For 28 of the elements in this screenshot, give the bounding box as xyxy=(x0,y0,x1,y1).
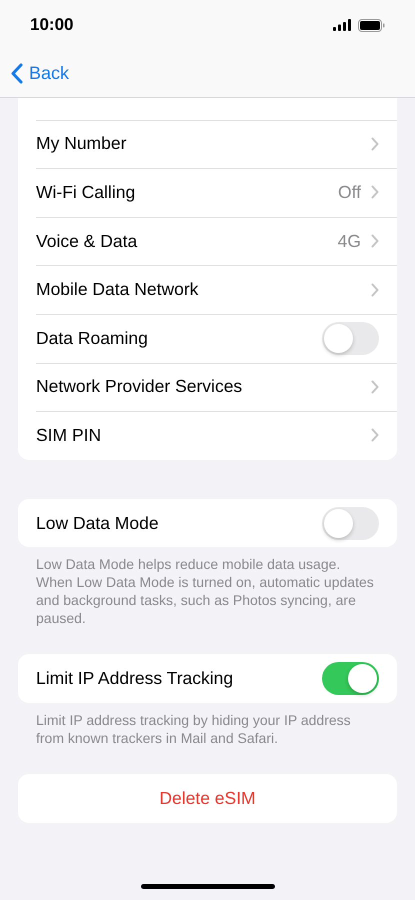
chevron-icon xyxy=(371,234,379,248)
battery-icon xyxy=(358,18,385,32)
setting-label: Data Roaming xyxy=(36,328,149,349)
setting-label: Limit IP Address Tracking xyxy=(36,668,234,690)
setting-value: 4G xyxy=(338,230,361,252)
toggle-switch[interactable] xyxy=(322,322,379,355)
chevron-icon xyxy=(371,282,379,297)
toggle-switch[interactable] xyxy=(322,662,379,696)
setting-label[interactable]: Network Provider Services xyxy=(36,376,371,398)
setting-value: Off xyxy=(338,182,361,203)
setting-label[interactable]: Mobile Data Network xyxy=(36,279,371,300)
chevron-icon xyxy=(371,136,379,151)
setting-label[interactable]: Wi-Fi Calling xyxy=(36,182,338,203)
chevron-icon xyxy=(371,380,379,394)
setting-label[interactable]: Voice & Data xyxy=(36,230,338,252)
footer-note: Limit IP address tracking by hiding your IP address from known trackers in Mail and Safari. xyxy=(36,710,352,747)
back-button[interactable]: Back xyxy=(10,63,70,84)
chevron-icon xyxy=(371,185,379,200)
footer-note: Low Data Mode helps reduce mobile data usage. When Low Data Mode is turned on, automatic updates and background tasks, such as Photos syncing, are paused. xyxy=(36,555,375,628)
toggle-switch[interactable] xyxy=(322,506,379,540)
chevron-icon xyxy=(371,428,379,442)
back-chevron-icon xyxy=(10,63,23,84)
setting-label[interactable]: My Number xyxy=(36,133,371,154)
signal-icon xyxy=(333,19,352,31)
setting-label[interactable]: SIM PIN xyxy=(36,424,371,446)
delete-esim-button[interactable]: Delete eSIM xyxy=(36,788,379,809)
setting-label: Low Data Mode xyxy=(36,512,160,534)
status-time: 10:00 xyxy=(30,15,74,35)
